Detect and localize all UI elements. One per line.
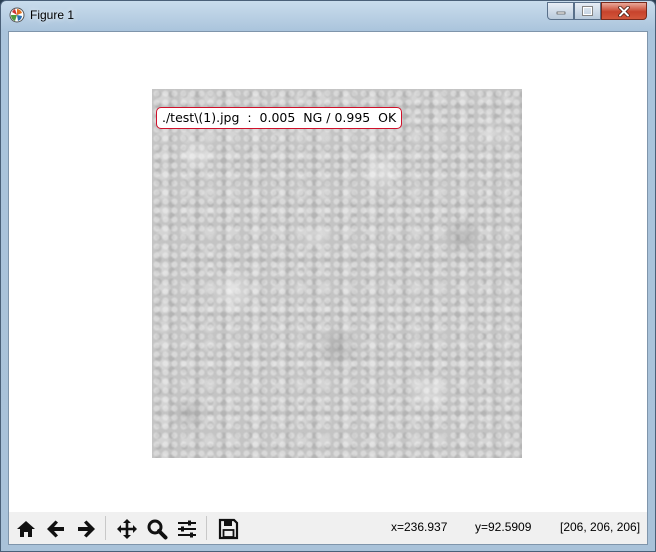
back-button[interactable] xyxy=(42,516,70,542)
figure-window: Figure 1 ./test\(1).jpg : 0.005 NG / 0.9… xyxy=(0,0,656,552)
arrow-right-icon xyxy=(78,520,95,538)
arrow-left-icon xyxy=(47,520,64,538)
minimize-button[interactable] xyxy=(547,2,574,20)
pixel-value-readout: [206, 206, 206] xyxy=(560,520,641,534)
zoom-button[interactable] xyxy=(143,516,171,542)
magnifier-icon xyxy=(147,519,168,540)
pan-button[interactable] xyxy=(113,516,141,542)
move-icon xyxy=(117,519,137,539)
matplotlib-app-icon xyxy=(9,7,25,23)
cursor-y-readout: y=92.5909 xyxy=(475,520,532,534)
close-button[interactable] xyxy=(601,2,647,20)
toolbar-separator xyxy=(206,516,207,540)
minimize-icon xyxy=(556,11,565,15)
maximize-button[interactable] xyxy=(574,2,601,20)
cursor-x-readout: x=236.937 xyxy=(391,520,448,534)
floppy-icon xyxy=(218,518,239,540)
home-button[interactable] xyxy=(12,516,40,542)
title-bar[interactable]: Figure 1 xyxy=(1,1,655,31)
figure-canvas[interactable]: ./test\(1).jpg : 0.005 NG / 0.995 OK x=2… xyxy=(8,31,648,545)
close-icon xyxy=(618,5,630,17)
image-axes[interactable] xyxy=(152,89,522,458)
maximize-icon xyxy=(582,6,593,16)
window-title: Figure 1 xyxy=(30,8,75,22)
navigation-toolbar: x=236.937 y=92.5909 [206, 206, 206] xyxy=(9,512,647,544)
axes-title: ./test\(1).jpg : 0.005 NG / 0.995 OK xyxy=(156,107,403,129)
home-icon xyxy=(17,521,35,537)
forward-button[interactable] xyxy=(72,516,100,542)
save-button[interactable] xyxy=(214,516,242,542)
toolbar-separator xyxy=(105,516,106,540)
subplots-button[interactable] xyxy=(173,516,201,542)
sliders-icon xyxy=(178,520,196,538)
